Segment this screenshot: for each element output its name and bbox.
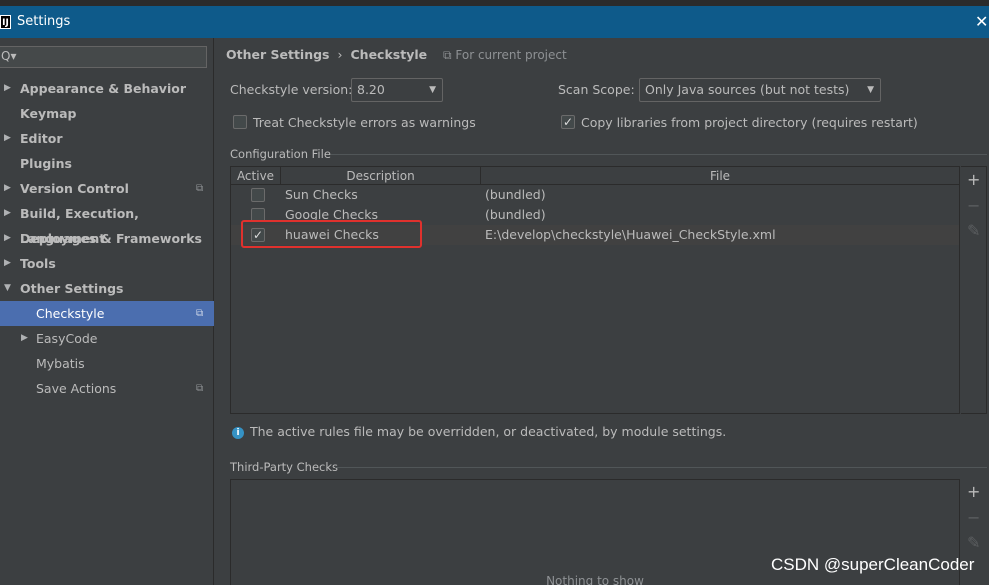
sidebar-item-keymap[interactable]: Keymap bbox=[0, 101, 214, 126]
empty-table-text: Nothing to show bbox=[546, 574, 644, 585]
checkstyle-version-value: 8.20 bbox=[357, 82, 385, 97]
expand-arrow-icon[interactable]: ▶ bbox=[4, 201, 11, 226]
checkstyle-version-label: Checkstyle version: bbox=[230, 82, 353, 97]
dropdown-arrow-icon: ▼ bbox=[867, 85, 874, 95]
sidebar-item-appearance-behavior[interactable]: ▶ Appearance & Behavior bbox=[0, 76, 214, 101]
sidebar-item-build-execution-deployment[interactable]: ▶ Build, Execution, Deployment bbox=[0, 201, 214, 246]
column-header-file[interactable]: File bbox=[481, 167, 959, 185]
search-input[interactable]: Q▾ bbox=[0, 46, 207, 68]
configuration-file-table: Active Description File Sun Checks (bund… bbox=[230, 166, 960, 414]
sidebar-item-label: Plugins bbox=[20, 156, 72, 171]
sidebar-item-label: Keymap bbox=[20, 106, 77, 121]
collapse-arrow-icon[interactable]: ▼ bbox=[4, 276, 11, 301]
project-scope-icon: ⧉ bbox=[196, 308, 204, 319]
sidebar-item-save-actions[interactable]: Save Actions ⧉ bbox=[0, 376, 214, 401]
expand-arrow-icon[interactable]: ▶ bbox=[4, 76, 11, 101]
sidebar-item-label: Languages & Frameworks bbox=[20, 231, 202, 246]
breadcrumb-parent[interactable]: Other Settings bbox=[226, 47, 330, 62]
sidebar-item-plugins[interactable]: Plugins bbox=[0, 151, 214, 176]
remove-icon[interactable]: − bbox=[967, 196, 980, 215]
close-icon[interactable]: ✕ bbox=[975, 12, 988, 31]
project-scope-icon: ⧉ bbox=[196, 383, 204, 394]
info-note: i The active rules file may be overridden… bbox=[232, 424, 726, 439]
row-file: E:\develop\checkstyle\Huawei_CheckStyle.… bbox=[485, 227, 776, 242]
scan-scope-value: Only Java sources (but not tests) bbox=[645, 82, 850, 97]
expand-arrow-icon[interactable]: ▶ bbox=[21, 326, 28, 351]
sidebar-item-mybatis[interactable]: Mybatis bbox=[0, 351, 214, 376]
section-divider bbox=[335, 467, 987, 468]
table-header: Active Description File bbox=[231, 167, 959, 185]
treat-errors-as-warnings-label: Treat Checkstyle errors as warnings bbox=[253, 115, 476, 130]
intellij-app-icon: IJ bbox=[0, 15, 11, 29]
table-row[interactable]: Sun Checks (bundled) bbox=[231, 185, 959, 205]
sidebar-item-languages-frameworks[interactable]: ▶ Languages & Frameworks bbox=[0, 226, 214, 251]
add-icon[interactable]: + bbox=[967, 482, 980, 501]
sidebar-item-label: Editor bbox=[20, 131, 63, 146]
scan-scope-label: Scan Scope: bbox=[558, 82, 635, 97]
checkstyle-settings-panel: Other Settings › Checkstyle ⧉ For current … bbox=[215, 38, 989, 585]
sidebar-item-label: Version Control bbox=[20, 181, 129, 196]
remove-icon[interactable]: − bbox=[967, 508, 980, 527]
edit-icon[interactable]: ✎ bbox=[967, 533, 980, 552]
row-description: Sun Checks bbox=[285, 187, 358, 202]
scan-scope-dropdown[interactable]: Only Java sources (but not tests) ▼ bbox=[639, 78, 881, 102]
sidebar-item-version-control[interactable]: ▶ Version Control ⧉ bbox=[0, 176, 214, 201]
sidebar-item-editor[interactable]: ▶ Editor bbox=[0, 126, 214, 151]
sidebar-item-label: Save Actions bbox=[36, 381, 117, 396]
column-header-active[interactable]: Active bbox=[231, 167, 281, 185]
section-divider bbox=[331, 154, 987, 155]
sidebar-item-label: Checkstyle bbox=[36, 306, 105, 321]
breadcrumb-separator: › bbox=[337, 47, 343, 62]
expand-arrow-icon[interactable]: ▶ bbox=[4, 251, 11, 276]
title-bar: IJ Settings ✕ bbox=[0, 6, 989, 38]
configuration-file-section-title: Configuration File bbox=[230, 147, 331, 161]
sidebar-item-label: EasyCode bbox=[36, 331, 98, 346]
sidebar-item-other-settings[interactable]: ▼ Other Settings bbox=[0, 276, 214, 301]
add-icon[interactable]: + bbox=[967, 170, 980, 189]
project-scope-icon: ⧉ bbox=[196, 183, 204, 194]
column-header-description[interactable]: Description bbox=[281, 167, 481, 185]
expand-arrow-icon[interactable]: ▶ bbox=[4, 176, 11, 201]
sidebar-item-label: Appearance & Behavior bbox=[20, 81, 186, 96]
sidebar-item-easycode[interactable]: ▶ EasyCode bbox=[0, 326, 214, 351]
dropdown-arrow-icon: ▼ bbox=[429, 85, 436, 95]
row-file: (bundled) bbox=[485, 207, 546, 222]
csdn-watermark: CSDN @superCleanCoder bbox=[771, 555, 975, 574]
sidebar-item-label: Tools bbox=[20, 256, 56, 271]
sidebar-item-label: Other Settings bbox=[20, 281, 124, 296]
search-icon: Q▾ bbox=[1, 49, 17, 63]
configuration-toolbar: + − ✎ bbox=[961, 166, 987, 414]
settings-sidebar: Q▾ ▶ Appearance & Behavior Keymap ▶ Edit… bbox=[0, 38, 214, 585]
copy-libraries-label: Copy libraries from project directory (r… bbox=[581, 115, 918, 130]
row-file: (bundled) bbox=[485, 187, 546, 202]
sidebar-item-label: Mybatis bbox=[36, 356, 85, 371]
project-scope-note: ⧉ For current project bbox=[443, 48, 567, 62]
third-party-checks-section-title: Third-Party Checks bbox=[230, 460, 339, 474]
breadcrumb: Other Settings › Checkstyle bbox=[226, 47, 427, 62]
checkstyle-version-dropdown[interactable]: 8.20 ▼ bbox=[351, 78, 443, 102]
info-icon: i bbox=[232, 427, 244, 439]
treat-errors-as-warnings-checkbox[interactable] bbox=[233, 115, 247, 129]
highlight-annotation-box bbox=[241, 220, 422, 248]
sidebar-item-checkstyle[interactable]: Checkstyle ⧉ bbox=[0, 301, 214, 326]
active-checkbox[interactable] bbox=[251, 188, 265, 202]
sidebar-item-tools[interactable]: ▶ Tools bbox=[0, 251, 214, 276]
edit-icon[interactable]: ✎ bbox=[967, 221, 980, 240]
expand-arrow-icon[interactable]: ▶ bbox=[4, 126, 11, 151]
breadcrumb-current: Checkstyle bbox=[350, 47, 428, 62]
copy-libraries-checkbox[interactable]: ✓ bbox=[561, 115, 575, 129]
expand-arrow-icon[interactable]: ▶ bbox=[4, 226, 11, 251]
info-text: The active rules file may be overridden,… bbox=[250, 424, 727, 439]
window-title: Settings bbox=[17, 14, 71, 29]
